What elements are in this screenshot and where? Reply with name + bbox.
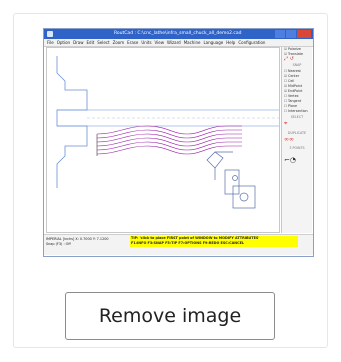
snap-option-label: Center <box>288 74 300 78</box>
window-titlebar: RoutCad : C:\cnc_lathe\infra_small_chuck… <box>44 29 313 39</box>
menu-item[interactable]: File <box>47 40 54 45</box>
menu-item[interactable]: Zoom <box>113 40 125 45</box>
snap-option-label: Tangent <box>288 99 302 103</box>
toolpath-group <box>96 125 242 155</box>
close-icon <box>297 30 311 38</box>
menu-item[interactable]: Edit <box>87 40 95 45</box>
menu-item[interactable]: Select <box>97 40 109 45</box>
status-coordinates: IMPERIAL [inchs] X: 0.7000 Y: 7.1200 Sna… <box>46 237 109 247</box>
shortcut-text: F1:INFO F3:SNAP F5:TIP F7:OPTIONS F9:RED… <box>131 241 245 245</box>
menu-item[interactable]: Machine <box>184 40 201 45</box>
menu-item[interactable]: Language <box>203 40 223 45</box>
toolpath <box>96 145 242 155</box>
snap-list: ☐ Nearest ☑ Center ☐ Cell ☑ MidPoint ☑ EndPo… <box>282 69 312 114</box>
snap-header: SNAP <box>292 63 302 67</box>
menu-item[interactable]: Configuration <box>238 40 265 45</box>
toolpath <box>96 129 242 139</box>
tip-box: TIP: 'click to place FIRST point of WIND… <box>130 236 298 247</box>
part-outline <box>56 56 88 188</box>
app-icon <box>47 31 53 37</box>
snap-option-label: EndPoint <box>288 89 303 93</box>
remove-image-button[interactable]: Remove image <box>65 292 275 340</box>
snap-status: Snap (F3) : Off <box>46 242 71 246</box>
menu-item[interactable]: Draw <box>73 40 83 45</box>
tool-panel: ☑ Polarize ☑ Translate ⤢ ↺ SNAP ☐ Neares… <box>281 47 312 233</box>
points-header: 3 POINTS <box>289 146 305 150</box>
menu-item[interactable]: Units <box>141 40 151 45</box>
menu-item[interactable]: Help <box>226 40 235 45</box>
snap-option-label: MidPoint <box>288 84 303 88</box>
menu-item[interactable]: View <box>155 40 165 45</box>
toolpath <box>96 133 242 143</box>
menu-bar: File Option Draw Edit Select Zoom Erase Units Vi… <box>44 39 313 47</box>
duplicate-tool-icon[interactable]: ∞∞ <box>282 137 312 145</box>
toolpath <box>96 137 242 147</box>
drawing-canvas <box>46 47 280 233</box>
snap-option-label: Cell <box>288 79 295 83</box>
toolpath <box>96 141 242 151</box>
menu-item[interactable]: Wizard <box>167 40 181 45</box>
menu-item[interactable]: Option <box>57 40 70 45</box>
snap-option-label: Nearest <box>288 69 301 73</box>
screenshot-thumbnail: RoutCad : C:\cnc_lathe\infra_small_chuck… <box>43 28 314 257</box>
menu-item[interactable]: Erase <box>127 40 138 45</box>
toolpath <box>96 125 242 135</box>
select-tool-icon[interactable]: ⌖ <box>282 121 312 130</box>
status-bar: IMPERIAL [inchs] X: 0.7000 Y: 7.1200 Sna… <box>44 234 313 255</box>
snap-option-label: Plane <box>288 104 298 108</box>
arc-tool-icon[interactable]: ⌐◔ <box>282 157 312 170</box>
window-controls <box>275 30 311 38</box>
lathe-drawing <box>56 56 279 209</box>
window-title: RoutCad : C:\cnc_lathe\infra_small_chuck… <box>114 31 242 36</box>
snap-option-label: Vertex <box>288 94 299 98</box>
lathe-tool-icon <box>206 151 256 209</box>
snap-option-label: Intersection <box>288 109 308 113</box>
maximize-icon <box>286 30 296 38</box>
minimize-icon <box>275 30 285 38</box>
